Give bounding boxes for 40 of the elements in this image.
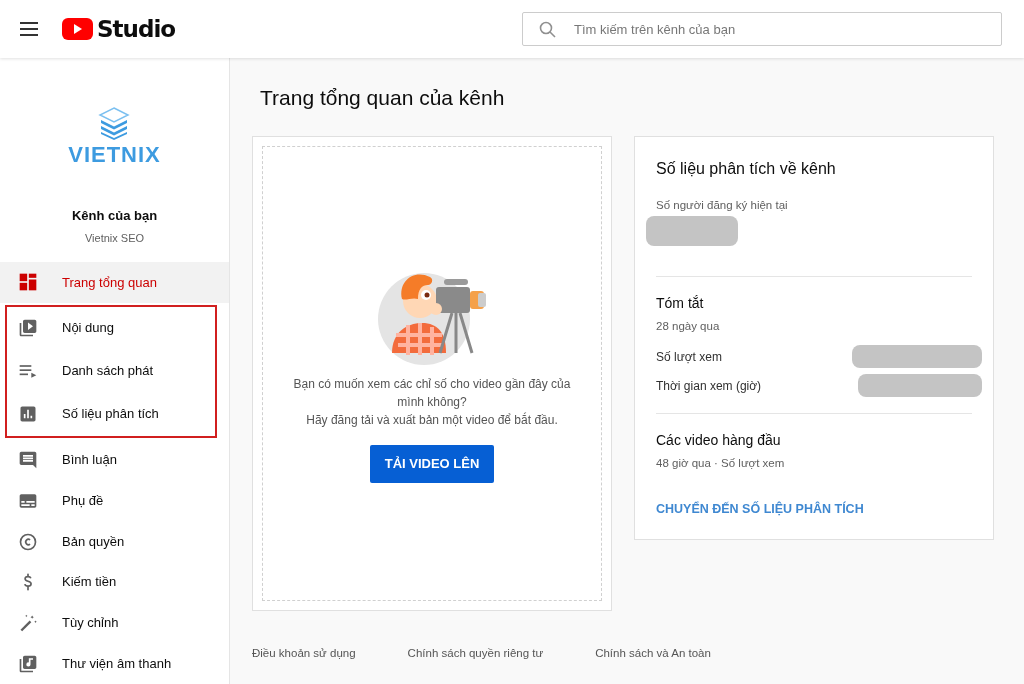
- bar-chart-icon: [18, 404, 38, 425]
- logo-text: VIETNIX: [68, 144, 161, 166]
- footer-link[interactable]: Điều khoản sử dụng: [252, 644, 356, 662]
- channel-name: Vietnix SEO: [84, 230, 145, 246]
- sidebar-item[interactable]: Thư viện âm thanh: [0, 643, 229, 684]
- sidebar-item[interactable]: Số liệu phân tích: [7, 392, 215, 436]
- period-text: 48 giờ qua · Số lượt xem: [656, 456, 786, 471]
- analytics-link[interactable]: CHUYỂN ĐẾN SỐ LIỆU PHÂN TÍCH: [656, 500, 864, 519]
- prompt-text: Hãy đăng tải và xuất bản một video để bắt đầu.: [305, 411, 559, 430]
- section-title: Tóm tắt: [656, 293, 705, 313]
- sidebar-item[interactable]: Kiếm tiền: [0, 561, 229, 603]
- footer-link[interactable]: Chính sách quyền riêng tư: [407, 644, 544, 662]
- period-text: 28 ngày qua: [656, 318, 721, 334]
- section-title: Các video hàng đầu: [656, 431, 782, 450]
- upload-video-button[interactable]: TẢI VIDEO LÊN: [369, 445, 495, 483]
- sidebar-item[interactable]: Bản quyền: [0, 521, 229, 562]
- copyright-icon: [18, 531, 38, 552]
- channel-label: Kênh của bạn: [71, 207, 158, 225]
- footer-link[interactable]: Chính sách và An toàn: [595, 644, 711, 662]
- menu-icon[interactable]: [20, 22, 38, 36]
- card-title: Số liệu phân tích về kênh: [656, 158, 837, 179]
- metric-label: Thời gian xem (giờ): [656, 377, 762, 395]
- video-stack-icon: [18, 318, 38, 339]
- logo-text: Studio: [97, 17, 176, 41]
- metric-label: Số lượt xem: [656, 348, 722, 366]
- sidebar-item[interactable]: Trang tổng quan: [0, 262, 229, 303]
- prompt-text: Bạn có muốn xem các chỉ số cho video gần đây của mình không?: [292, 376, 572, 412]
- music-note-icon: [18, 653, 38, 674]
- sidebar-item[interactable]: Danh sách phát: [7, 349, 215, 393]
- sidebar-item[interactable]: Bình luận: [0, 439, 229, 481]
- search-field[interactable]: Tìm kiếm trên kênh của bạn: [522, 12, 1002, 46]
- play-logo-icon: [62, 18, 93, 40]
- page-title: Trang tổng quan của kênh: [260, 85, 506, 111]
- subscribers-label: Số người đăng ký hiện tại: [656, 197, 789, 213]
- sidebar-item[interactable]: Phụ đề: [0, 480, 229, 522]
- stacked-layers-icon: [97, 106, 132, 140]
- sidebar-item[interactable]: Tùy chỉnh: [0, 602, 229, 644]
- dashboard-icon: [18, 272, 38, 293]
- magic-wand-icon: [18, 612, 38, 633]
- sidebar-item[interactable]: Nội dung: [7, 306, 215, 350]
